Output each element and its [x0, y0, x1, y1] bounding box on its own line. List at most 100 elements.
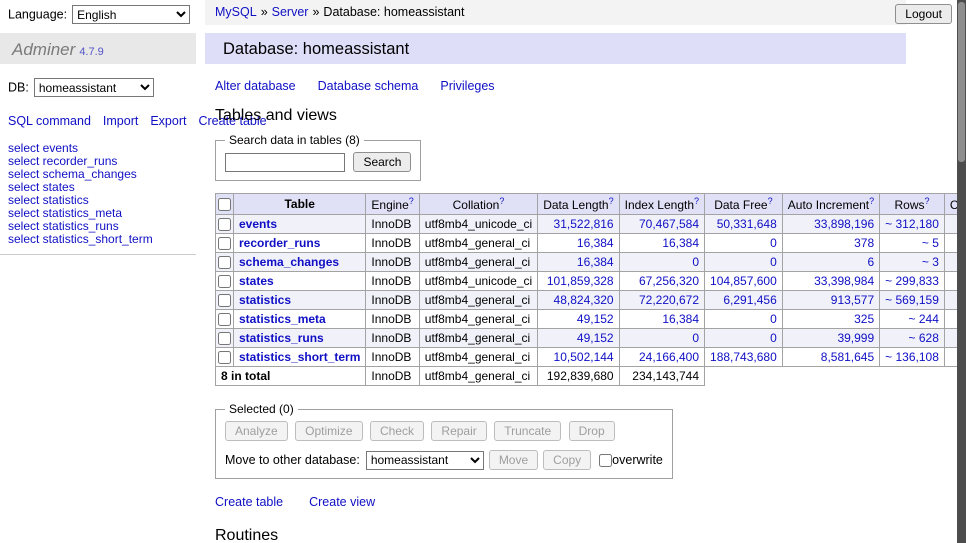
data-free-link[interactable]: 104,857,600: [710, 274, 777, 288]
rows-link[interactable]: ~ 312,180: [885, 217, 939, 231]
rows-link[interactable]: ~ 5: [922, 236, 939, 250]
drop-button[interactable]: Drop: [569, 421, 615, 441]
help-icon[interactable]: ?: [409, 196, 414, 206]
table-link[interactable]: recorder_runs: [239, 236, 320, 250]
app-name[interactable]: Adminer: [12, 40, 75, 59]
index-length-link[interactable]: 72,220,672: [639, 293, 699, 307]
optimize-button[interactable]: Optimize: [295, 421, 362, 441]
data-length-link[interactable]: 48,824,320: [554, 293, 614, 307]
table-link[interactable]: statistics_short_term: [239, 350, 360, 364]
privileges-link[interactable]: Privileges: [440, 79, 494, 93]
rows-link[interactable]: ~ 299,833: [885, 274, 939, 288]
table-link[interactable]: events: [239, 217, 277, 231]
analyze-button[interactable]: Analyze: [225, 421, 288, 441]
auto-increment-link[interactable]: 39,999: [837, 331, 874, 345]
data-length-link[interactable]: 16,384: [577, 255, 614, 269]
help-icon[interactable]: ?: [609, 196, 614, 206]
index-length-link[interactable]: 16,384: [662, 236, 699, 250]
search-input[interactable]: [225, 153, 345, 172]
db-label: DB:: [8, 81, 29, 95]
row-checkbox[interactable]: [218, 313, 231, 326]
data-free-link[interactable]: 0: [770, 312, 777, 326]
sidebar-link-export[interactable]: Export: [150, 114, 186, 128]
auto-increment-link[interactable]: 33,898,196: [814, 217, 874, 231]
data-length-link[interactable]: 49,152: [577, 312, 614, 326]
row-checkbox[interactable]: [218, 351, 231, 364]
rows-link[interactable]: ~ 569,159: [885, 293, 939, 307]
check-button[interactable]: Check: [370, 421, 424, 441]
help-icon[interactable]: ?: [694, 196, 699, 206]
table-link[interactable]: statistics_meta: [239, 312, 326, 326]
auto-increment-link[interactable]: 33,398,984: [814, 274, 874, 288]
index-length-link[interactable]: 16,384: [662, 312, 699, 326]
alter-database-link[interactable]: Alter database: [215, 79, 296, 93]
main-content: Database: homeassistant Alter databaseDa…: [205, 33, 957, 543]
rows-link[interactable]: ~ 244: [909, 312, 939, 326]
rows-link[interactable]: ~ 136,108: [885, 350, 939, 364]
auto-increment-link[interactable]: 6: [867, 255, 874, 269]
row-checkbox[interactable]: [218, 332, 231, 345]
select-all-checkbox[interactable]: [218, 198, 231, 211]
app-version-link[interactable]: 4.7.9: [79, 46, 103, 58]
help-icon[interactable]: ?: [869, 196, 874, 206]
move-button[interactable]: Move: [489, 450, 538, 470]
search-legend: Search data in tables (8): [225, 133, 364, 147]
data-free-link[interactable]: 0: [770, 236, 777, 250]
breadcrumb-mysql-link[interactable]: MySQL: [215, 5, 257, 19]
create-view-link[interactable]: Create view: [309, 495, 375, 509]
copy-button[interactable]: Copy: [543, 450, 591, 470]
truncate-button[interactable]: Truncate: [494, 421, 561, 441]
auto-increment-link[interactable]: 913,577: [831, 293, 874, 307]
help-icon[interactable]: ?: [925, 196, 930, 206]
index-length-link[interactable]: 0: [692, 331, 699, 345]
overwrite-option[interactable]: overwrite: [599, 453, 663, 467]
column-header-collation: Collation?: [419, 194, 537, 215]
row-checkbox[interactable]: [218, 275, 231, 288]
auto-increment-link[interactable]: 378: [854, 236, 874, 250]
data-free-link[interactable]: 0: [770, 331, 777, 345]
language-select[interactable]: English: [72, 5, 190, 24]
table-link[interactable]: statistics_runs: [239, 331, 324, 345]
data-length-link[interactable]: 16,384: [577, 236, 614, 250]
overwrite-checkbox[interactable]: [599, 454, 612, 467]
sidebar-link-import[interactable]: Import: [103, 114, 138, 128]
index-length-link[interactable]: 0: [692, 255, 699, 269]
db-select[interactable]: homeassistant: [34, 78, 154, 97]
auto-increment-link[interactable]: 8,581,645: [821, 350, 874, 364]
data-free-link[interactable]: 188,743,680: [710, 350, 777, 364]
data-length-link[interactable]: 10,502,144: [554, 350, 614, 364]
table-link[interactable]: states: [239, 274, 274, 288]
auto-increment-link[interactable]: 325: [854, 312, 874, 326]
table-link[interactable]: statistics: [239, 293, 291, 307]
repair-button[interactable]: Repair: [431, 421, 486, 441]
table-link[interactable]: schema_changes: [239, 255, 339, 269]
search-button[interactable]: Search: [353, 152, 411, 172]
help-icon[interactable]: ?: [499, 196, 504, 206]
rows-link[interactable]: ~ 3: [922, 255, 939, 269]
data-free-link[interactable]: 50,331,648: [717, 217, 777, 231]
breadcrumb-server-link[interactable]: Server: [272, 5, 309, 19]
data-length-link[interactable]: 101,859,328: [547, 274, 614, 288]
data-free-link[interactable]: 6,291,456: [723, 293, 776, 307]
move-db-select[interactable]: homeassistant: [366, 451, 484, 470]
scrollbar[interactable]: [957, 0, 966, 543]
help-icon[interactable]: ?: [768, 196, 773, 206]
data-length-link[interactable]: 49,152: [577, 331, 614, 345]
index-length-link[interactable]: 67,256,320: [639, 274, 699, 288]
index-length-link[interactable]: 24,166,400: [639, 350, 699, 364]
sidebar-item-select-statistics-short-term[interactable]: select statistics_short_term: [8, 233, 196, 246]
logout-button[interactable]: Logout: [895, 4, 952, 24]
scrollbar-thumb[interactable]: [958, 2, 965, 162]
column-header-index-length: Index Length?: [619, 194, 704, 215]
rows-link[interactable]: ~ 628: [909, 331, 939, 345]
row-checkbox[interactable]: [218, 218, 231, 231]
database-schema-link[interactable]: Database schema: [318, 79, 419, 93]
row-checkbox[interactable]: [218, 237, 231, 250]
index-length-link[interactable]: 70,467,584: [639, 217, 699, 231]
row-checkbox[interactable]: [218, 256, 231, 269]
row-checkbox[interactable]: [218, 294, 231, 307]
create-table-link[interactable]: Create table: [215, 495, 283, 509]
data-free-link[interactable]: 0: [770, 255, 777, 269]
sidebar-link-sql-command[interactable]: SQL command: [8, 114, 91, 128]
data-length-link[interactable]: 31,522,816: [554, 217, 614, 231]
